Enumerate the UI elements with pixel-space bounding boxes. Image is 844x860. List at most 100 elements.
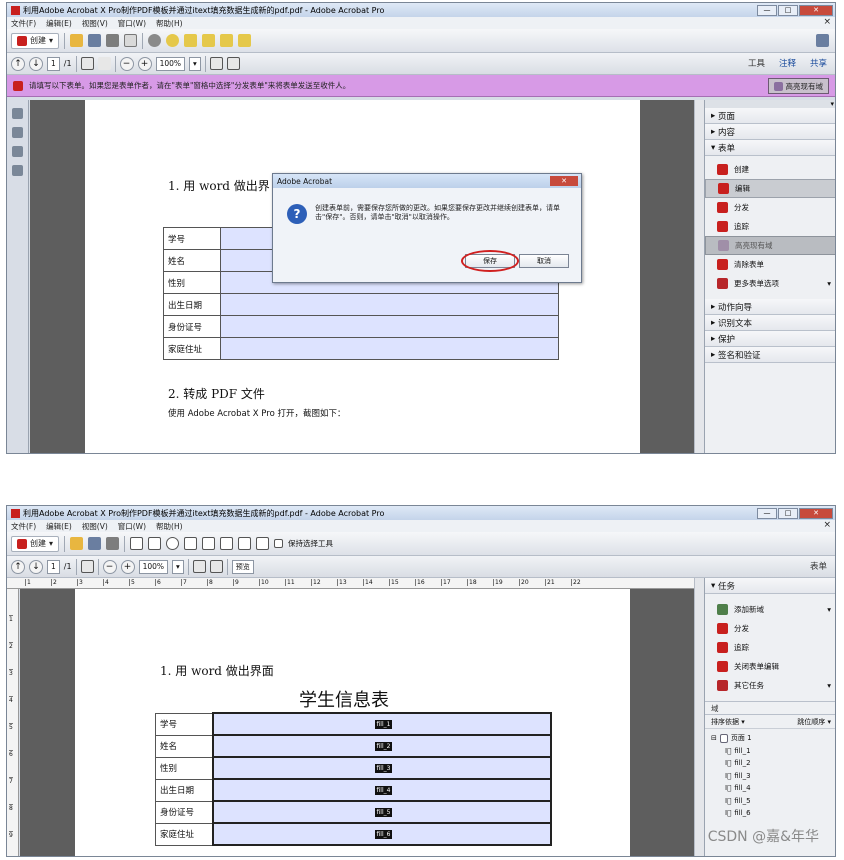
zoom-in-icon[interactable]: + xyxy=(137,56,152,71)
save-icon[interactable] xyxy=(88,34,102,47)
dialog-close-icon[interactable]: ✕ xyxy=(550,176,578,186)
task-track[interactable]: 追踪 xyxy=(705,638,835,657)
dropdown-tool-icon[interactable] xyxy=(202,537,216,550)
task-add-field[interactable]: 添加新域 ▾ xyxy=(705,600,835,619)
vertical-scrollbar[interactable] xyxy=(694,100,704,453)
cancel-button[interactable]: 取消 xyxy=(519,254,569,268)
form-field[interactable]: fill_4 xyxy=(211,778,552,802)
prev-page-icon[interactable]: ↑ xyxy=(11,56,25,71)
button-tool-icon[interactable] xyxy=(220,537,234,550)
form-field[interactable]: fill_6 xyxy=(211,822,552,846)
tree-field-item[interactable]: I⃞ fill_4 xyxy=(725,782,835,795)
zoom-out-icon[interactable]: − xyxy=(102,559,117,574)
settings-gear-icon[interactable] xyxy=(148,34,162,47)
doc-close-icon[interactable]: × xyxy=(823,520,831,530)
form-field[interactable]: fill_5 xyxy=(211,800,552,824)
zoom-input[interactable]: 100% xyxy=(155,56,186,71)
next-page-icon[interactable]: ↓ xyxy=(29,559,43,574)
form-field[interactable]: fill_1 xyxy=(211,712,552,736)
section-content[interactable]: ▸ 内容 xyxy=(705,124,835,140)
tree-page-node[interactable]: ⊟ 页面 1 xyxy=(711,732,835,745)
fit-width-icon[interactable] xyxy=(226,57,240,70)
form-field[interactable]: fill_2 xyxy=(211,734,552,758)
page-number-input[interactable]: 1 xyxy=(47,559,60,574)
highlight-fields-button[interactable]: 高亮现有域 xyxy=(767,78,829,94)
form-item-more[interactable]: 更多表单选项 ▾ xyxy=(705,274,835,293)
maximize-icon[interactable]: □ xyxy=(778,507,798,519)
menu-window[interactable]: 窗口(W) xyxy=(118,521,146,532)
radio-tool-icon[interactable] xyxy=(166,537,180,550)
prev-page-icon[interactable]: ↑ xyxy=(11,559,25,574)
form-item-highlight[interactable]: 高亮现有域 xyxy=(705,236,835,255)
close-icon[interactable]: ✕ xyxy=(799,507,833,519)
comment-icon[interactable] xyxy=(166,34,180,47)
share-icon[interactable] xyxy=(202,34,216,47)
menu-view[interactable]: 视图(V) xyxy=(82,521,108,532)
pages-icon[interactable] xyxy=(12,108,23,119)
next-page-icon[interactable]: ↓ xyxy=(29,56,43,71)
menu-help[interactable]: 帮助(H) xyxy=(156,521,183,532)
form-item-edit[interactable]: 编辑 xyxy=(705,179,835,198)
form-field[interactable] xyxy=(220,293,559,316)
menu-file[interactable]: 文件(F) xyxy=(11,18,36,29)
create-button[interactable]: 创建 ▾ xyxy=(11,32,60,49)
print-icon[interactable] xyxy=(106,537,120,550)
select-cursor-icon[interactable] xyxy=(80,57,94,70)
expand-icon[interactable] xyxy=(816,34,829,47)
menu-help[interactable]: 帮助(H) xyxy=(156,18,183,29)
export-icon[interactable] xyxy=(220,34,234,47)
section-pages[interactable]: ▸ 页面 xyxy=(705,108,835,124)
form-field[interactable] xyxy=(220,337,559,360)
attachments-icon[interactable] xyxy=(12,146,23,157)
minimize-icon[interactable]: — xyxy=(757,507,777,519)
highlight-icon[interactable] xyxy=(184,34,198,47)
create-button[interactable]: 创建 ▾ xyxy=(11,535,60,552)
zoom-dropdown-icon[interactable]: ▾ xyxy=(172,559,184,574)
tree-field-item[interactable]: I⃞ fill_6 xyxy=(725,807,835,820)
signature-tool-icon[interactable] xyxy=(238,537,252,550)
section-protection[interactable]: ▸ 保护 xyxy=(705,331,835,347)
hand-tool-icon[interactable] xyxy=(97,57,111,70)
select-cursor-icon[interactable] xyxy=(80,560,94,573)
fit-page-icon[interactable] xyxy=(192,560,206,573)
form-item-create[interactable]: 创建 xyxy=(705,160,835,179)
tab-forms[interactable]: 表单 xyxy=(810,560,827,572)
fit-width-icon[interactable] xyxy=(209,560,223,573)
checkbox-tool-icon[interactable] xyxy=(148,537,162,550)
panel-options-icon[interactable]: ▾ xyxy=(705,100,835,108)
email-icon[interactable] xyxy=(124,34,138,47)
sort-by-dropdown[interactable]: 排序依据 ▾ xyxy=(711,717,745,727)
menu-view[interactable]: 视图(V) xyxy=(82,18,108,29)
menu-file[interactable]: 文件(F) xyxy=(11,521,36,532)
task-distribute[interactable]: 分发 xyxy=(705,619,835,638)
tab-comment[interactable]: 注释 xyxy=(779,57,796,69)
open-folder-icon[interactable] xyxy=(70,34,84,47)
open-folder-icon[interactable] xyxy=(70,537,84,550)
bookmarks-icon[interactable] xyxy=(12,127,23,138)
section-forms[interactable]: ▾ 表单 xyxy=(705,140,835,156)
form-item-distribute[interactable]: 分发 xyxy=(705,198,835,217)
print-icon[interactable] xyxy=(106,34,120,47)
doc-close-icon[interactable]: × xyxy=(823,17,831,27)
tree-field-item[interactable]: I⃞ fill_5 xyxy=(725,795,835,808)
text-field-icon[interactable] xyxy=(130,537,144,550)
keep-tool-checkbox[interactable] xyxy=(274,539,284,548)
task-other[interactable]: 其它任务 ▾ xyxy=(705,676,835,695)
listbox-tool-icon[interactable] xyxy=(184,537,198,550)
menu-edit[interactable]: 编辑(E) xyxy=(46,18,72,29)
zoom-input[interactable]: 100% xyxy=(138,559,169,574)
menu-window[interactable]: 窗口(W) xyxy=(118,18,146,29)
minimize-icon[interactable]: — xyxy=(757,4,777,16)
tree-field-item[interactable]: I⃞ fill_3 xyxy=(725,770,835,783)
barcode-tool-icon[interactable] xyxy=(256,537,270,550)
attach-icon[interactable] xyxy=(238,34,252,47)
form-item-track[interactable]: 追踪 xyxy=(705,217,835,236)
tasks-section[interactable]: ▾ 任务 xyxy=(705,578,835,594)
save-icon[interactable] xyxy=(88,537,102,550)
signatures-icon[interactable] xyxy=(12,165,23,176)
tab-order-dropdown[interactable]: 跳位顺序 ▾ xyxy=(797,717,831,727)
form-field[interactable]: fill_3 xyxy=(211,756,552,780)
form-item-clear[interactable]: 清除表单 xyxy=(705,255,835,274)
tree-field-item[interactable]: I⃞ fill_1 xyxy=(725,745,835,758)
zoom-in-icon[interactable]: + xyxy=(120,559,135,574)
